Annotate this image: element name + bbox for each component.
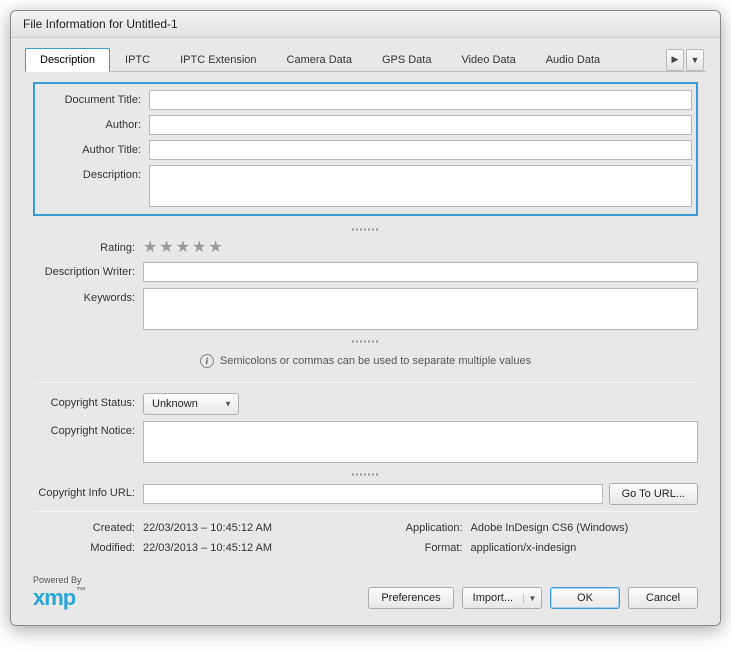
tab-description[interactable]: Description [25,48,110,72]
copyright-notice-label: Copyright Notice: [33,421,143,437]
copyright-status-value: Unknown [152,398,198,410]
tab-iptc-extension[interactable]: IPTC Extension [165,48,271,71]
star-icon[interactable]: ★ [208,240,222,256]
document-title-label: Document Title: [39,90,149,106]
chevron-down-icon: ▼ [224,400,232,409]
section-divider [33,382,698,383]
modified-label: Modified: [33,542,143,554]
resize-grip[interactable] [33,467,698,479]
import-split-button[interactable]: Import... ▼ [462,587,542,609]
go-to-url-button[interactable]: Go To URL... [609,483,698,505]
resize-grip[interactable] [33,222,698,234]
application-value: Adobe InDesign CS6 (Windows) [471,522,699,534]
author-input[interactable] [149,115,692,135]
tab-camera-data[interactable]: Camera Data [272,48,367,71]
preferences-button[interactable]: Preferences [368,587,453,609]
powered-by-label: Powered By [33,576,85,585]
format-value: application/x-indesign [471,542,699,554]
info-icon: i [200,354,214,368]
primary-highlight-group: Document Title: Author: Author Title: De… [33,82,698,216]
tab-gps-data[interactable]: GPS Data [367,48,447,71]
import-button-label: Import... [463,592,523,604]
copyright-url-input[interactable] [143,484,603,504]
tab-audio-data[interactable]: Audio Data [531,48,615,71]
tab-bar: Description IPTC IPTC Extension Camera D… [25,48,706,72]
star-icon[interactable]: ★ [143,240,157,256]
copyright-status-label: Copyright Status: [33,393,143,409]
xmp-logo-text: xmp™ [33,587,85,609]
window-title: File Information for Untitled-1 [11,11,720,38]
keywords-hint-text: Semicolons or commas can be used to sepa… [220,355,531,367]
description-panel: Document Title: Author: Author Title: De… [25,72,706,613]
rating-stars[interactable]: ★ ★ ★ ★ ★ [143,238,223,256]
xmp-logo: Powered By xmp™ [33,576,85,609]
star-icon[interactable]: ★ [192,240,206,256]
copyright-url-label: Copyright Info URL: [33,483,143,499]
keywords-label: Keywords: [33,288,143,304]
chevron-down-icon[interactable]: ▼ [523,594,541,603]
copyright-notice-textarea[interactable] [143,421,698,463]
description-label: Description: [39,165,149,181]
file-info-dialog: File Information for Untitled-1 Descript… [10,10,721,626]
author-title-label: Author Title: [39,140,149,156]
tab-iptc[interactable]: IPTC [110,48,165,71]
author-title-input[interactable] [149,140,692,160]
document-title-input[interactable] [149,90,692,110]
description-writer-input[interactable] [143,262,698,282]
section-divider [33,511,698,512]
dialog-content: Description IPTC IPTC Extension Camera D… [11,38,720,625]
description-textarea[interactable] [149,165,692,207]
tab-menu-button[interactable]: ▼ [686,49,704,71]
resize-grip[interactable] [33,334,698,346]
tab-scroll-right-button[interactable]: ▶ [666,49,684,71]
keywords-hint: i Semicolons or commas can be used to se… [33,350,698,376]
star-icon[interactable]: ★ [159,240,173,256]
keywords-textarea[interactable] [143,288,698,330]
application-label: Application: [371,522,471,534]
created-label: Created: [33,522,143,534]
metadata-grid: Created: 22/03/2013 – 10:45:12 AM Applic… [33,522,698,558]
format-label: Format: [371,542,471,554]
ok-button[interactable]: OK [550,587,620,609]
rating-label: Rating: [33,238,143,254]
copyright-status-select[interactable]: Unknown ▼ [143,393,239,415]
description-writer-label: Description Writer: [33,262,143,278]
created-value: 22/03/2013 – 10:45:12 AM [143,522,371,534]
dialog-footer: Powered By xmp™ Preferences Import... ▼ … [33,558,698,609]
star-icon[interactable]: ★ [176,240,190,256]
tab-video-data[interactable]: Video Data [446,48,530,71]
cancel-button[interactable]: Cancel [628,587,698,609]
modified-value: 22/03/2013 – 10:45:12 AM [143,542,371,554]
author-label: Author: [39,115,149,131]
